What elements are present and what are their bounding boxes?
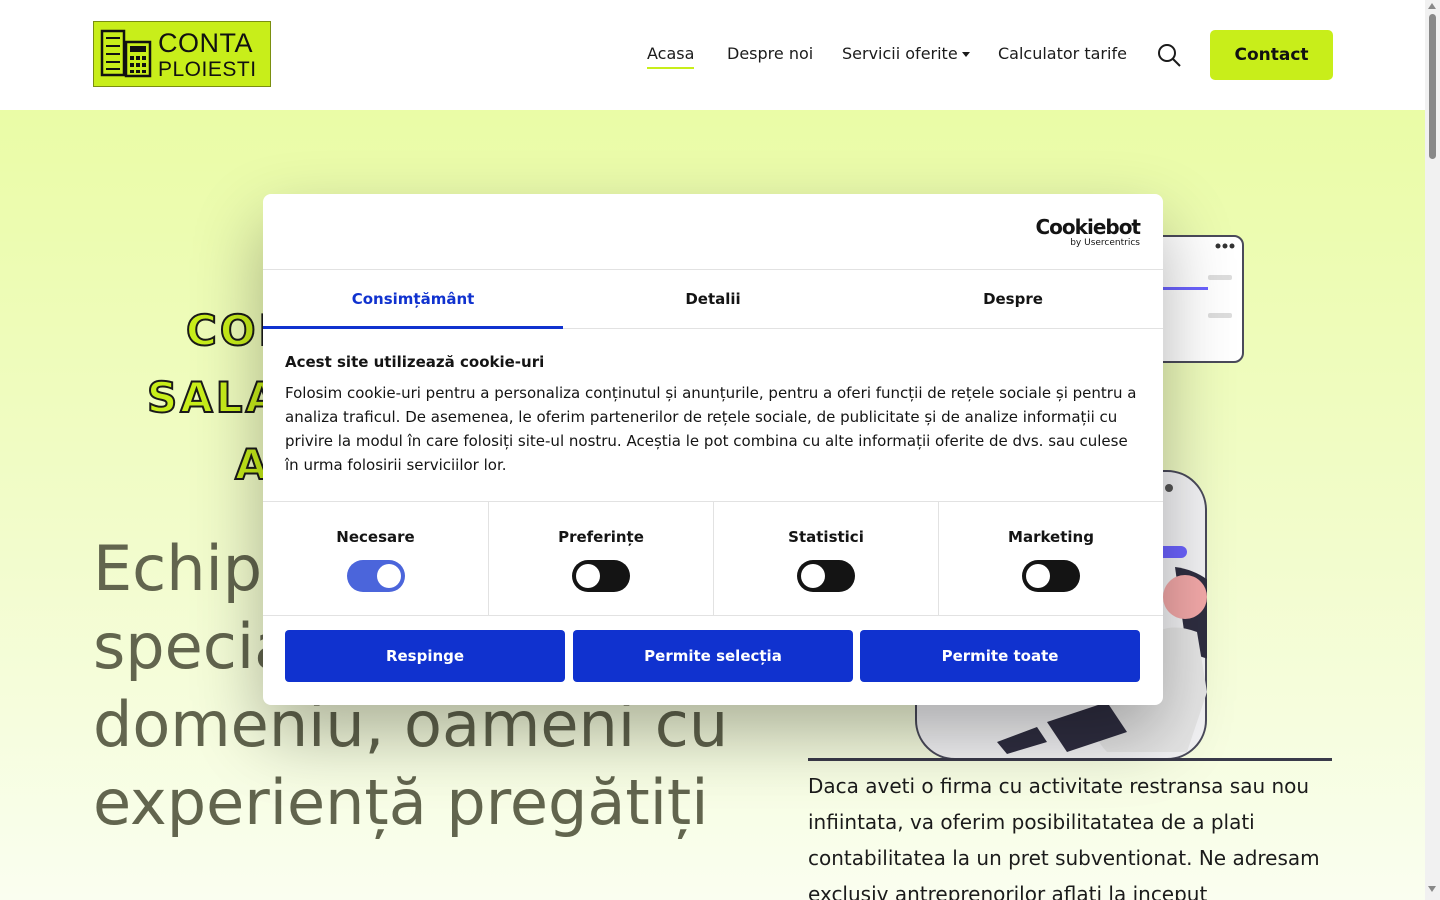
tab-detalii[interactable]: Detalii [563, 270, 863, 328]
tab-despre[interactable]: Despre [863, 270, 1163, 328]
cookie-description: Folosim cookie-uri pentru a personaliza … [285, 384, 1137, 474]
category-preferinte: Preferințe [488, 502, 713, 615]
category-label: Marketing [1008, 528, 1094, 546]
cookie-tabs: Consimțământ Detalii Despre [263, 269, 1163, 329]
calculator-icon [100, 29, 152, 78]
chevron-down-icon [961, 52, 970, 57]
hero-description: Daca aveti o firma cu activitate restran… [808, 774, 1320, 900]
contact-button[interactable]: Contact [1210, 30, 1333, 80]
nav-item-calculator-tarife[interactable]: Calculator tarife [998, 44, 1127, 63]
search-icon[interactable] [1157, 43, 1181, 67]
cookiebot-logo: Cookiebot by Usercentrics [1036, 216, 1141, 248]
cookie-heading: Acest site utilizează cookie-uri [285, 353, 545, 371]
cookiebot-brand-sub: by Usercentrics [1070, 238, 1140, 248]
nav-item-despre-noi[interactable]: Despre noi [727, 44, 813, 63]
cookiebot-brand: Cookiebot [1035, 215, 1141, 239]
toggle-preferinte[interactable] [572, 560, 630, 592]
toggle-statistici[interactable] [797, 560, 855, 592]
scrollbar-thumb[interactable] [1429, 14, 1436, 159]
toggle-knob [576, 564, 600, 588]
hero-title-line-2: SALA [146, 372, 282, 423]
toggle-knob [801, 564, 825, 588]
toggle-necesare[interactable] [346, 560, 405, 592]
category-label: Statistici [788, 528, 864, 546]
page-scrollbar[interactable] [1425, 0, 1440, 900]
category-necesare: Necesare [263, 502, 488, 615]
site-logo[interactable]: CONTA PLOIESTI [93, 21, 271, 87]
toggle-marketing[interactable] [1022, 560, 1080, 592]
nav-item-servicii-label: Servicii oferite [842, 44, 958, 63]
category-statistici: Statistici [713, 502, 938, 615]
toggle-knob [376, 564, 401, 588]
site-header: CONTA PLOIESTI Acasa Despre noi Servicii… [0, 0, 1425, 110]
toggle-knob [1026, 564, 1050, 588]
reject-button[interactable]: Respinge [285, 630, 565, 682]
illustration-ground-line [808, 758, 1332, 761]
logo-text-line2: PLOIESTI [158, 58, 257, 81]
category-label: Necesare [336, 528, 415, 546]
logo-text-line1: CONTA [158, 28, 253, 58]
nav-item-acasa[interactable]: Acasa [647, 44, 695, 69]
cookie-consent-dialog: Cookiebot by Usercentrics Consimțământ D… [263, 194, 1163, 705]
allow-selection-button[interactable]: Permite selecția [573, 630, 853, 682]
nav-item-servicii-oferite[interactable]: Servicii oferite [842, 44, 970, 63]
category-label: Preferințe [558, 528, 644, 546]
cookie-categories: Necesare Preferințe Statistici Marketing [263, 501, 1163, 616]
scroll-up-arrow-icon[interactable] [1428, 3, 1436, 9]
scroll-down-arrow-icon[interactable] [1428, 886, 1436, 892]
allow-all-button[interactable]: Permite toate [860, 630, 1140, 682]
tab-consimtamant[interactable]: Consimțământ [263, 270, 563, 329]
category-marketing: Marketing [938, 502, 1163, 615]
